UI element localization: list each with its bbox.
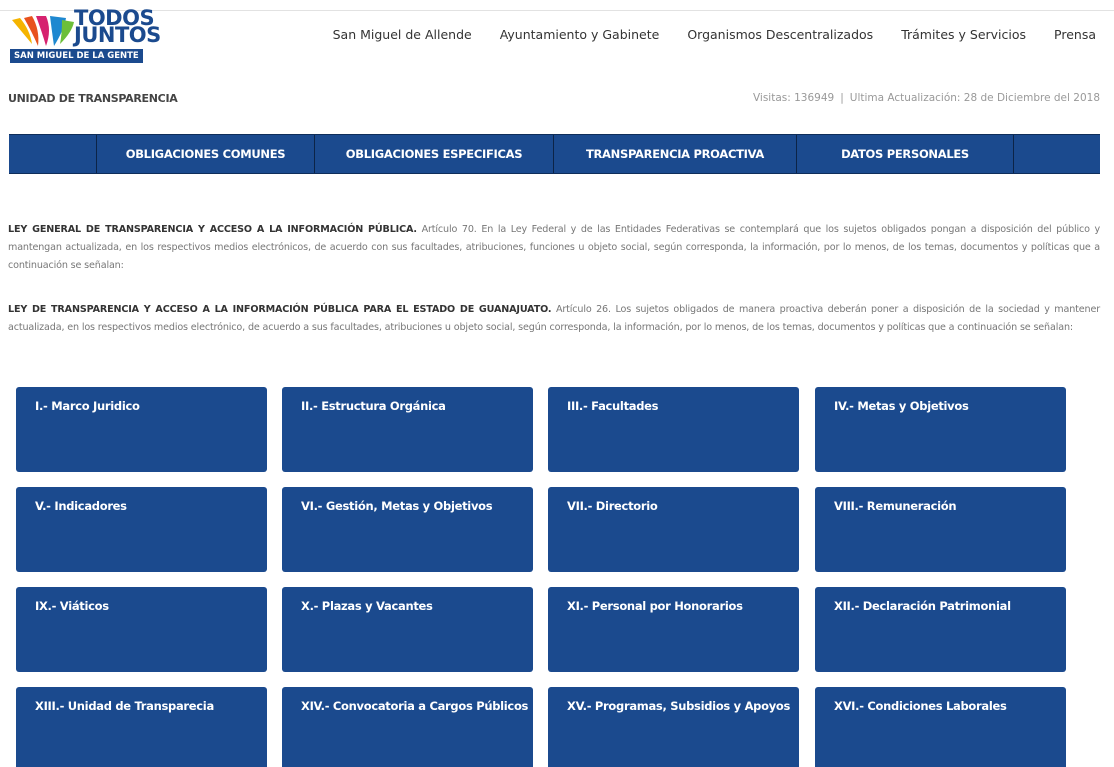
tile-remuneracion[interactable]: VIII.- Remuneración	[815, 487, 1066, 572]
tile-label: VIII.- Remuneración	[834, 499, 957, 513]
top-navigation: San Miguel de Allende Ayuntamiento y Gab…	[333, 27, 1096, 42]
page-title: UNIDAD DE TRANSPARENCIA	[8, 92, 178, 105]
nav-spacer-right	[1013, 135, 1100, 173]
nav-link-ayuntamiento[interactable]: Ayuntamiento y Gabinete	[500, 27, 660, 42]
nav-link-tramites[interactable]: Trámites y Servicios	[901, 27, 1026, 42]
tab-label: OBLIGACIONES COMUNES	[125, 147, 286, 161]
tile-marco-juridico[interactable]: I.- Marco Juridico	[16, 387, 267, 472]
nav-link-organismos[interactable]: Organismos Descentralizados	[687, 27, 873, 42]
tab-obligaciones-especificas[interactable]: OBLIGACIONES ESPECIFICAS	[314, 135, 553, 173]
tile-condiciones-laborales[interactable]: XVI.- Condiciones Laborales	[815, 687, 1066, 767]
logo-tagline: SAN MIGUEL DE LA GENTE	[10, 49, 143, 63]
visit-stats: Visitas: 136949 | Ultima Actualización: 28…	[753, 92, 1100, 104]
tile-label: XIV.- Convocatoria a Cargos Públicos	[301, 699, 529, 713]
tile-facultades[interactable]: III.- Facultades	[548, 387, 799, 472]
tab-label: OBLIGACIONES ESPECIFICAS	[345, 147, 523, 161]
tile-label: V.- Indicadores	[35, 499, 127, 513]
tab-label: TRANSPARENCIA PROACTIVA	[585, 147, 765, 161]
tile-personal-honorarios[interactable]: XI.- Personal por Honorarios	[548, 587, 799, 672]
visit-counter: Visitas: 136949	[752, 92, 835, 104]
tile-estructura-organica[interactable]: II.- Estructura Orgánica	[282, 387, 533, 472]
tile-label: XII.- Declaración Patrimonial	[834, 599, 1011, 613]
tile-indicadores[interactable]: V.- Indicadores	[16, 487, 267, 572]
tab-obligaciones-comunes[interactable]: OBLIGACIONES COMUNES	[96, 135, 314, 173]
tile-label: IX.- Viáticos	[35, 599, 109, 613]
tile-gestion-metas[interactable]: VI.- Gestión, Metas y Objetivos	[282, 487, 533, 572]
tile-label: VII.- Directorio	[567, 499, 658, 513]
tile-label: IV.- Metas y Objetivos	[834, 399, 969, 413]
tile-directorio[interactable]: VII.- Directorio	[548, 487, 799, 572]
tile-label: VI.- Gestión, Metas y Objetivos	[301, 499, 493, 513]
tab-label: DATOS PERSONALES	[841, 147, 969, 161]
nav-link-prensa[interactable]: Prensa	[1054, 27, 1096, 42]
last-updated: Ultima Actualización: 28 de Diciembre de…	[849, 92, 1100, 104]
tile-label: XI.- Personal por Honorarios	[567, 599, 743, 613]
tile-convocatoria-cargos[interactable]: XIV.- Convocatoria a Cargos Públicos	[282, 687, 533, 767]
tab-datos-personales[interactable]: DATOS PERSONALES	[796, 135, 1013, 173]
section-navigation: OBLIGACIONES COMUNES OBLIGACIONES ESPECI…	[9, 134, 1100, 174]
tile-viaticos[interactable]: IX.- Viáticos	[16, 587, 267, 672]
meta-separator: |	[840, 92, 844, 104]
header-divider	[0, 10, 1114, 11]
tile-label: XIII.- Unidad de Transparecia	[35, 699, 214, 713]
tile-label: X.- Plazas y Vacantes	[301, 599, 433, 613]
tab-transparencia-proactiva[interactable]: TRANSPARENCIA PROACTIVA	[553, 135, 796, 173]
logo-text: TODOS JUNTOS	[74, 6, 161, 47]
law-paragraph-general: LEY GENERAL DE TRANSPARENCIA Y ACCESO A …	[8, 221, 1100, 275]
law-paragraph-guanajuato: LEY DE TRANSPARENCIA Y ACCESO A LA INFOR…	[8, 301, 1100, 337]
tile-label: I.- Marco Juridico	[35, 399, 140, 413]
tile-label: XVI.- Condiciones Laborales	[834, 699, 1007, 713]
nav-spacer-left	[9, 135, 96, 173]
law-title: LEY DE TRANSPARENCIA Y ACCESO A LA INFOR…	[8, 304, 552, 315]
site-logo[interactable]: TODOS JUNTOS SAN MIGUEL DE LA GENTE	[6, 8, 161, 63]
tile-plazas-vacantes[interactable]: X.- Plazas y Vacantes	[282, 587, 533, 672]
nav-link-san-miguel[interactable]: San Miguel de Allende	[333, 27, 472, 42]
tile-label: II.- Estructura Orgánica	[301, 399, 446, 413]
tile-metas-objetivos[interactable]: IV.- Metas y Objetivos	[815, 387, 1066, 472]
tile-programas-subsidios[interactable]: XV.- Programas, Subsidios y Apoyos	[548, 687, 799, 767]
law-title: LEY GENERAL DE TRANSPARENCIA Y ACCESO A …	[8, 224, 417, 235]
logo-figures-icon	[12, 16, 74, 46]
tile-label: XV.- Programas, Subsidios y Apoyos	[567, 699, 791, 713]
tile-label: III.- Facultades	[567, 399, 659, 413]
tile-declaracion-patrimonial[interactable]: XII.- Declaración Patrimonial	[815, 587, 1066, 672]
tile-unidad-transparencia[interactable]: XIII.- Unidad de Transparecia	[16, 687, 267, 767]
